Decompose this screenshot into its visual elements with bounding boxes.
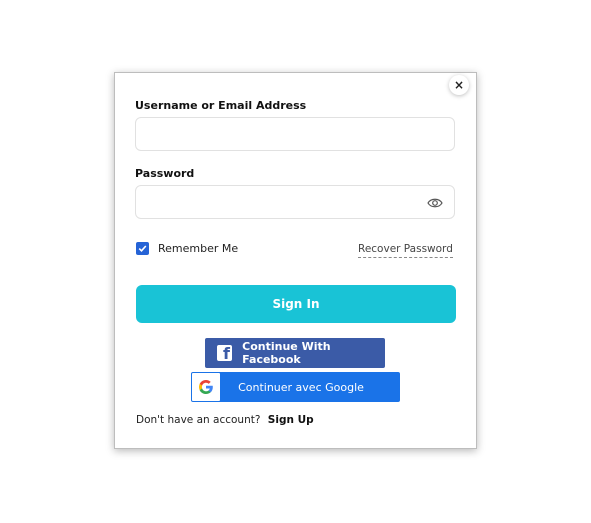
check-icon: [138, 245, 147, 252]
password-input[interactable]: [135, 185, 455, 219]
eye-icon[interactable]: [427, 197, 443, 209]
recover-password-link[interactable]: Recover Password: [358, 243, 453, 258]
signup-row: Don't have an account? Sign Up: [136, 414, 314, 426]
close-icon: ×: [453, 78, 465, 92]
remember-label[interactable]: Remember Me: [158, 242, 238, 255]
sign-in-label: Sign In: [272, 297, 320, 311]
password-label: Password: [135, 167, 195, 180]
google-icon: [192, 373, 220, 401]
facebook-button[interactable]: f Continue With Facebook: [205, 338, 385, 368]
remember-checkbox[interactable]: [136, 242, 149, 255]
facebook-icon: f: [217, 345, 233, 361]
google-label: Continuer avec Google: [238, 380, 364, 394]
no-account-text: Don't have an account?: [136, 414, 261, 426]
login-modal: × Username or Email Address Password Rem…: [114, 72, 477, 449]
username-input[interactable]: [135, 117, 455, 151]
close-button[interactable]: ×: [449, 75, 469, 95]
sign-in-button[interactable]: Sign In: [136, 285, 456, 323]
username-label: Username or Email Address: [135, 99, 307, 112]
google-button[interactable]: Continuer avec Google: [191, 372, 400, 402]
facebook-label: Continue With Facebook: [242, 340, 331, 366]
sign-up-link[interactable]: Sign Up: [268, 414, 314, 426]
